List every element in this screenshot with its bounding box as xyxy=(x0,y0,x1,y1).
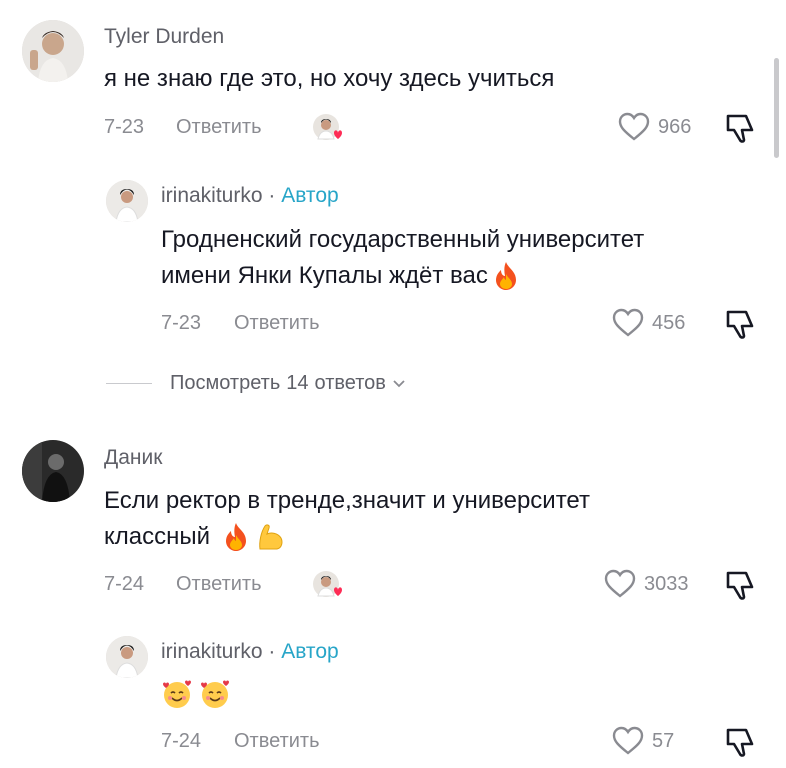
comment-author-line: irinakiturko · Автор xyxy=(161,184,339,208)
scrollbar[interactable] xyxy=(774,58,779,158)
fire-emoji xyxy=(226,523,247,551)
comment-author-line: irinakiturko · Автор xyxy=(161,640,339,664)
comment-text-line: Если ректор в тренде,значит и университе… xyxy=(104,487,590,514)
comment-date: 7-23 xyxy=(104,116,145,138)
comment-date: 7-24 xyxy=(104,573,145,595)
avatar[interactable] xyxy=(22,440,84,502)
thumbs-down-icon xyxy=(726,114,754,143)
thumbs-down-icon xyxy=(726,571,754,600)
comment-text-line-with-emoji: классный xyxy=(104,519,590,555)
view-replies-button[interactable]: Посмотреть 14 ответов xyxy=(106,372,406,395)
comment-date: 7-24 xyxy=(161,730,202,752)
avatar[interactable] xyxy=(106,180,148,222)
like-count: 57 xyxy=(652,729,675,752)
creator-liked-avatar xyxy=(312,570,346,600)
comment-author[interactable]: irinakiturko xyxy=(161,640,263,663)
reply-button[interactable]: Ответить xyxy=(176,116,262,139)
comment-text: Гродненский государственный университет … xyxy=(161,222,644,294)
like-button[interactable]: 57 xyxy=(612,726,674,756)
separator-dot: · xyxy=(268,184,276,207)
flexed-biceps-emoji xyxy=(259,524,283,550)
comment-text: Если ректор в тренде,значит и университе… xyxy=(104,483,590,555)
chevron-down-icon xyxy=(393,379,405,387)
like-count: 966 xyxy=(658,115,692,138)
dislike-button[interactable] xyxy=(722,112,758,149)
comment-author[interactable]: Даник xyxy=(104,446,162,470)
view-replies-count: 14 xyxy=(286,372,309,394)
reply-button[interactable]: Ответить xyxy=(176,573,262,596)
like-button[interactable]: 966 xyxy=(618,112,691,142)
divider-line xyxy=(106,383,152,384)
like-button[interactable]: 456 xyxy=(612,308,685,338)
heart-outline-icon xyxy=(612,726,644,755)
smiling-face-with-hearts-emoji xyxy=(201,680,229,708)
comment-text-line-with-emoji: имени Янки Купалы ждёт вас xyxy=(161,258,644,294)
author-badge: Автор xyxy=(281,184,339,207)
reply-button[interactable]: Ответить xyxy=(234,312,320,335)
creator-liked-avatar xyxy=(312,113,346,143)
dislike-button[interactable] xyxy=(722,726,758,763)
separator-dot: · xyxy=(268,640,276,663)
heart-outline-icon xyxy=(604,569,636,598)
dislike-button[interactable] xyxy=(722,569,758,606)
comment-text-line: имени Янки Купалы ждёт вас xyxy=(161,262,488,289)
reply-button[interactable]: Ответить xyxy=(234,730,320,753)
comment-text: я не знаю где это, но хочу здесь учиться xyxy=(104,65,555,92)
like-button[interactable]: 3033 xyxy=(604,569,689,599)
comment-author[interactable]: irinakiturko xyxy=(161,184,263,207)
comment-text-emojis xyxy=(161,678,231,710)
comment-date: 7-23 xyxy=(161,312,202,334)
view-replies-label: Посмотреть xyxy=(170,372,281,394)
fire-emoji xyxy=(495,262,516,290)
like-count: 456 xyxy=(652,311,686,334)
like-count: 3033 xyxy=(644,572,689,595)
comment-text-line: Гродненский государственный университет xyxy=(161,226,645,253)
heart-outline-icon xyxy=(612,308,644,337)
view-replies-label: ответов xyxy=(314,372,386,394)
author-badge: Автор xyxy=(281,640,339,663)
avatar[interactable] xyxy=(106,636,148,678)
comment-author[interactable]: Tyler Durden xyxy=(104,25,224,49)
heart-outline-icon xyxy=(618,112,650,141)
thumbs-down-icon xyxy=(726,728,754,757)
smiling-face-with-hearts-emoji xyxy=(163,680,191,708)
avatar[interactable] xyxy=(22,20,84,82)
comment-text-line: классный xyxy=(104,523,211,550)
thumbs-down-icon xyxy=(726,310,754,339)
dislike-button[interactable] xyxy=(722,308,758,345)
